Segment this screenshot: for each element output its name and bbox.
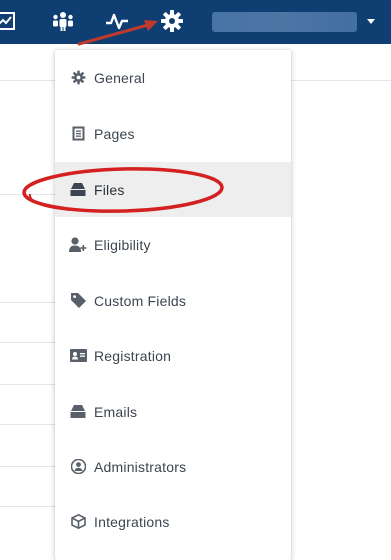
gear-icon[interactable] — [159, 8, 185, 34]
tag-icon — [69, 293, 87, 309]
divider — [0, 302, 60, 303]
menu-item-label: General — [94, 69, 146, 86]
team-icon[interactable] — [50, 8, 76, 34]
document-icon — [69, 126, 87, 142]
menu-item-files[interactable]: Files — [55, 162, 291, 217]
menu-item-label: Files — [94, 181, 125, 198]
menu-item-label: Integrations — [94, 513, 170, 530]
menu-item-label: Eligibility — [94, 236, 151, 253]
divider — [0, 384, 60, 385]
pulse-icon[interactable] — [104, 8, 130, 34]
menu-item-label: Custom Fields — [94, 292, 187, 309]
menu-item-general[interactable]: General — [55, 50, 291, 105]
account-name-blurred — [212, 12, 357, 32]
divider — [0, 424, 60, 425]
settings-dropdown-menu: General Pages Files Eligibility Custom F… — [55, 50, 291, 560]
cube-icon — [69, 514, 87, 530]
divider — [0, 194, 60, 195]
user-circle-icon — [69, 459, 87, 475]
gear-icon — [69, 70, 87, 86]
menu-item-eligibility[interactable]: Eligibility — [55, 217, 291, 272]
tray-icon — [69, 404, 87, 420]
id-card-icon — [69, 348, 87, 364]
top-navigation-bar — [0, 0, 391, 44]
menu-item-label: Emails — [94, 403, 138, 420]
menu-item-administrators[interactable]: Administrators — [55, 439, 291, 494]
divider — [0, 506, 60, 507]
menu-item-label: Administrators — [94, 458, 187, 475]
divider — [0, 466, 60, 467]
menu-item-label: Pages — [94, 125, 135, 142]
account-selector[interactable] — [212, 12, 357, 32]
menu-item-emails[interactable]: Emails — [55, 384, 291, 439]
menu-item-integrations[interactable]: Integrations — [55, 494, 291, 549]
menu-item-registration[interactable]: Registration — [55, 328, 291, 383]
user-plus-icon — [69, 237, 87, 253]
caret-down-icon[interactable] — [367, 19, 375, 24]
activity-chart-icon[interactable] — [0, 8, 18, 34]
tray-icon — [69, 182, 87, 198]
menu-item-custom-fields[interactable]: Custom Fields — [55, 273, 291, 328]
menu-item-pages[interactable]: Pages — [55, 106, 291, 161]
divider — [0, 342, 60, 343]
menu-item-label: Registration — [94, 347, 172, 364]
